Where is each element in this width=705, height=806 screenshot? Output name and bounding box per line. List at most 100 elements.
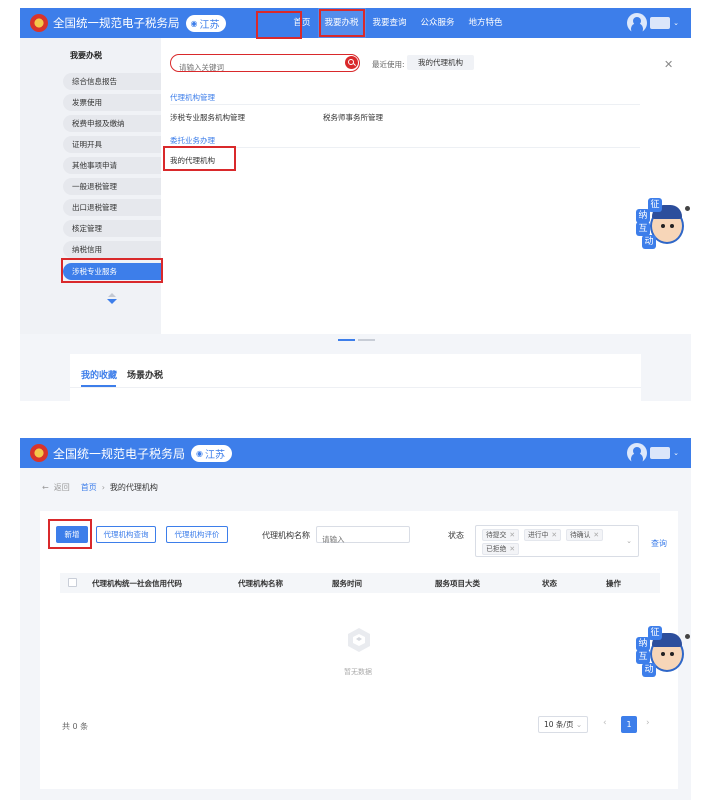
back-link[interactable]: 返回 (54, 482, 70, 493)
page-size-select[interactable]: 10 条/页 ⌄ (538, 716, 588, 733)
close-icon[interactable]: ✕ (664, 58, 673, 71)
user-menu[interactable]: ⌄ (627, 443, 679, 463)
menu-category-item[interactable]: 综合信息报告 (63, 73, 161, 90)
breadcrumb-home[interactable]: 首页 (81, 482, 97, 493)
menu-category-item[interactable]: 一般退税管理 (63, 178, 161, 195)
screenshot-my-agency: 全国统一规范电子税务局 ◉ 江苏 ⌄ ← 返回 首页 › 我的代理机构 新增 代… (20, 438, 691, 800)
select-all-checkbox[interactable] (68, 578, 77, 587)
menu-category-item[interactable]: 发票使用 (63, 94, 161, 111)
table-header: 代理机构统一社会信用代码 代理机构名称 服务时间 服务项目大类 状态 操作 (60, 573, 660, 593)
favorites-card: 我的收藏 场景办税 (70, 354, 641, 401)
notification-dot (685, 634, 690, 639)
status-tag[interactable]: 进行中 ✕ (524, 529, 562, 541)
mega-menu-panel: 我要办税 综合信息报告 发票使用 税费申报及缴纳 证明开具 其他事项申请 一般退… (20, 38, 691, 334)
search-icon[interactable] (345, 56, 358, 69)
region-switch[interactable]: ◉ 江苏 (185, 14, 227, 32)
mascot-eye-icon (661, 652, 665, 656)
agency-name-label: 代理机构名称 (262, 531, 310, 540)
region-switch[interactable]: ◉ 江苏 (191, 444, 232, 462)
site-title[interactable]: 全国统一规范电子税务局 (53, 15, 180, 31)
menu-category-item[interactable]: 其他事项申请 (63, 157, 161, 174)
column-header: 服务时间 (332, 579, 362, 588)
close-icon[interactable]: ✕ (551, 531, 557, 539)
status-select[interactable]: 待提交 ✕ 进行中 ✕ 待确认 ✕ 已拒绝 ✕ ⌄ (475, 525, 639, 557)
top-header: 全国统一规范电子税务局 ◉ 江苏 ⌄ (20, 438, 691, 468)
carousel-dot[interactable] (358, 339, 375, 341)
menu-category-list: 我要办税 综合信息报告 发票使用 税费申报及缴纳 证明开具 其他事项申请 一般退… (20, 38, 163, 334)
close-icon[interactable]: ✕ (509, 545, 515, 553)
status-tag[interactable]: 待提交 ✕ (482, 529, 520, 541)
chevron-right-icon: › (101, 483, 105, 492)
mascot-char: 动 (642, 235, 656, 249)
nav-public-service[interactable]: 公众服务 (414, 8, 462, 38)
menu-scroll-control[interactable] (107, 293, 117, 304)
page-number-active[interactable]: 1 (621, 716, 637, 733)
section-title-entrusted-business: 委托业务办理 (170, 136, 215, 145)
active-tab-indicator (81, 385, 116, 387)
breadcrumb-current: 我的代理机构 (109, 483, 158, 492)
mascot-char: 互 (636, 650, 650, 664)
mascot-char: 动 (642, 663, 656, 677)
agency-evaluate-button[interactable]: 代理机构评价 (166, 526, 228, 543)
arrow-down-icon (107, 299, 117, 304)
agency-name-input[interactable] (322, 535, 402, 544)
status-tag[interactable]: 待确认 ✕ (566, 529, 604, 541)
interaction-mascot[interactable]: 征 纳 互 动 (634, 626, 690, 678)
agency-query-button[interactable]: 代理机构查询 (96, 526, 156, 543)
tab-my-favorites[interactable]: 我的收藏 (81, 368, 117, 381)
arrow-up-icon (108, 293, 116, 297)
mascot-char: 征 (648, 626, 662, 640)
mascot-eye-icon (670, 652, 674, 656)
nav-query[interactable]: 我要查询 (366, 8, 414, 38)
back-arrow-icon[interactable]: ← (42, 483, 49, 492)
empty-box-icon (348, 628, 370, 652)
nav-local-features[interactable]: 地方特色 (462, 8, 510, 38)
chevron-down-icon: ⌄ (575, 720, 583, 729)
mascot-eye-icon (670, 224, 674, 228)
empty-state-text: 暂无数据 (344, 668, 372, 676)
menu-search (170, 54, 360, 75)
tab-scenario-tax[interactable]: 场景办税 (127, 368, 163, 381)
column-header: 代理机构名称 (238, 579, 283, 588)
link-tax-firm-mgmt[interactable]: 税务师事务所管理 (323, 112, 383, 123)
user-menu[interactable]: ⌄ (627, 13, 679, 33)
total-count: 共 0 条 (62, 722, 89, 731)
site-title[interactable]: 全国统一规范电子税务局 (53, 445, 185, 462)
close-icon[interactable]: ✕ (593, 531, 599, 539)
link-tax-service-agency-mgmt[interactable]: 涉税专业服务机构管理 (170, 112, 245, 123)
divider (70, 387, 641, 388)
chevron-down-icon: ⌄ (626, 537, 632, 545)
chevron-down-icon: ⌄ (673, 19, 679, 27)
agency-name-field (316, 526, 410, 544)
section-title-agency-mgmt: 代理机构管理 (170, 93, 215, 102)
highlight-box (61, 258, 163, 283)
user-avatar-icon (627, 443, 648, 463)
recent-used-item[interactable]: 我的代理机构 (407, 55, 474, 70)
query-button[interactable]: 查询 (651, 538, 667, 549)
main-nav: 首页 我要办税 我要查询 公众服务 地方特色 (286, 8, 509, 38)
carousel-dot-active[interactable] (338, 339, 355, 341)
status-tag[interactable]: 已拒绝 ✕ (482, 543, 520, 555)
interaction-mascot[interactable]: 征 纳 互 动 (634, 198, 690, 250)
mascot-char: 纳 (636, 637, 650, 651)
column-header: 服务项目大类 (435, 579, 480, 588)
divider (170, 104, 640, 105)
location-pin-icon: ◉ (196, 448, 203, 458)
menu-category-item[interactable]: 纳税信用 (63, 241, 161, 258)
national-emblem-icon (30, 14, 48, 32)
menu-category-item[interactable]: 出口退税管理 (63, 199, 161, 216)
carousel-indicator[interactable] (338, 339, 375, 341)
nav-tax-handling[interactable]: 我要办税 (317, 8, 366, 38)
national-emblem-icon (30, 444, 48, 462)
menu-category-title: 我要办税 (70, 51, 102, 60)
page-background: 我的收藏 场景办税 (20, 334, 691, 401)
menu-category-item[interactable]: 税费申报及缴纳 (63, 115, 161, 132)
menu-category-item[interactable]: 证明开具 (63, 136, 161, 153)
next-page-icon[interactable]: › (646, 718, 650, 728)
menu-category-item[interactable]: 核定管理 (63, 220, 161, 237)
menu-search-input[interactable] (179, 60, 339, 75)
recent-used-label: 最近使用: (372, 60, 405, 69)
prev-page-icon[interactable]: ‹ (603, 718, 607, 728)
close-icon[interactable]: ✕ (509, 531, 515, 539)
top-header: 全国统一规范电子税务局 ◉ 江苏 首页 我要办税 我要查询 公众服务 地方特色 … (20, 8, 691, 38)
